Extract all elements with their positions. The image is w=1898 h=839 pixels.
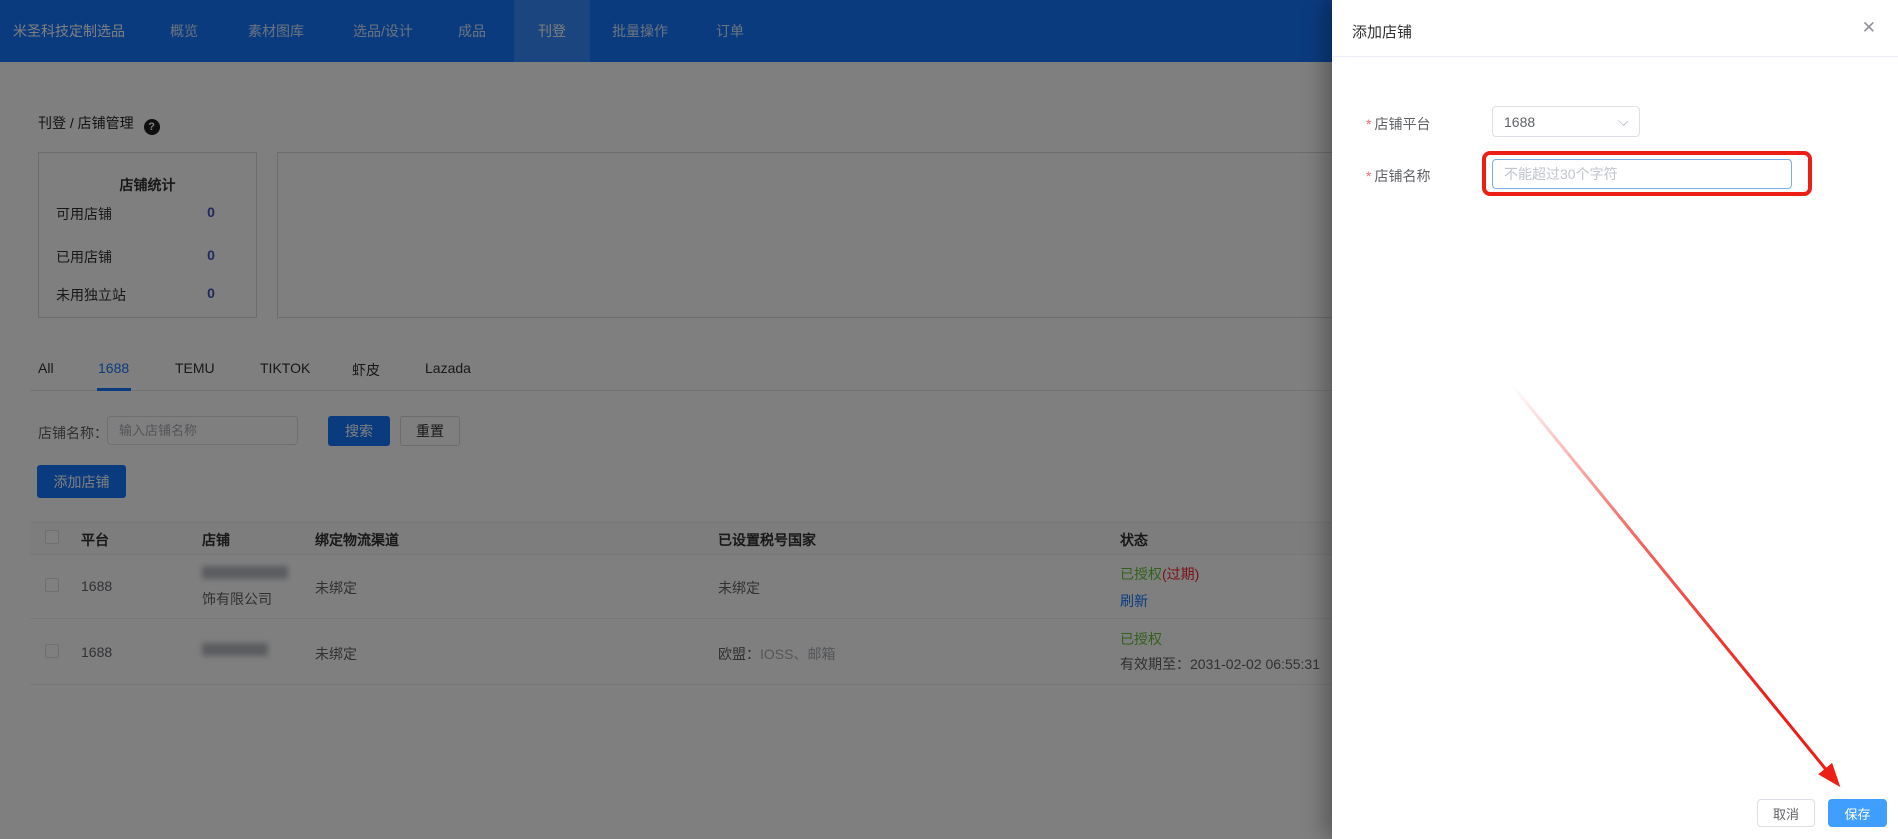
platform-field-label: * 店铺平台 (1366, 116, 1431, 132)
required-asterisk: * (1366, 116, 1372, 132)
cancel-button[interactable]: 取消 (1757, 799, 1815, 827)
close-icon[interactable]: ✕ (1862, 19, 1876, 36)
required-asterisk: * (1366, 168, 1372, 184)
drawer-header: 添加店铺 ✕ (1332, 0, 1898, 57)
store-name-input[interactable] (1492, 159, 1792, 189)
add-store-drawer: 添加店铺 ✕ *店铺平台 1688 *店铺名称 取消 保存 (1332, 0, 1898, 839)
platform-select[interactable]: 1688 (1492, 106, 1640, 137)
drawer-title: 添加店铺 (1352, 24, 1413, 41)
store-name-field-label: * 店铺名称 (1366, 168, 1431, 184)
platform-select-value: 1688 (1504, 114, 1536, 130)
save-button[interactable]: 保存 (1828, 799, 1887, 827)
chevron-down-icon (1617, 115, 1629, 127)
